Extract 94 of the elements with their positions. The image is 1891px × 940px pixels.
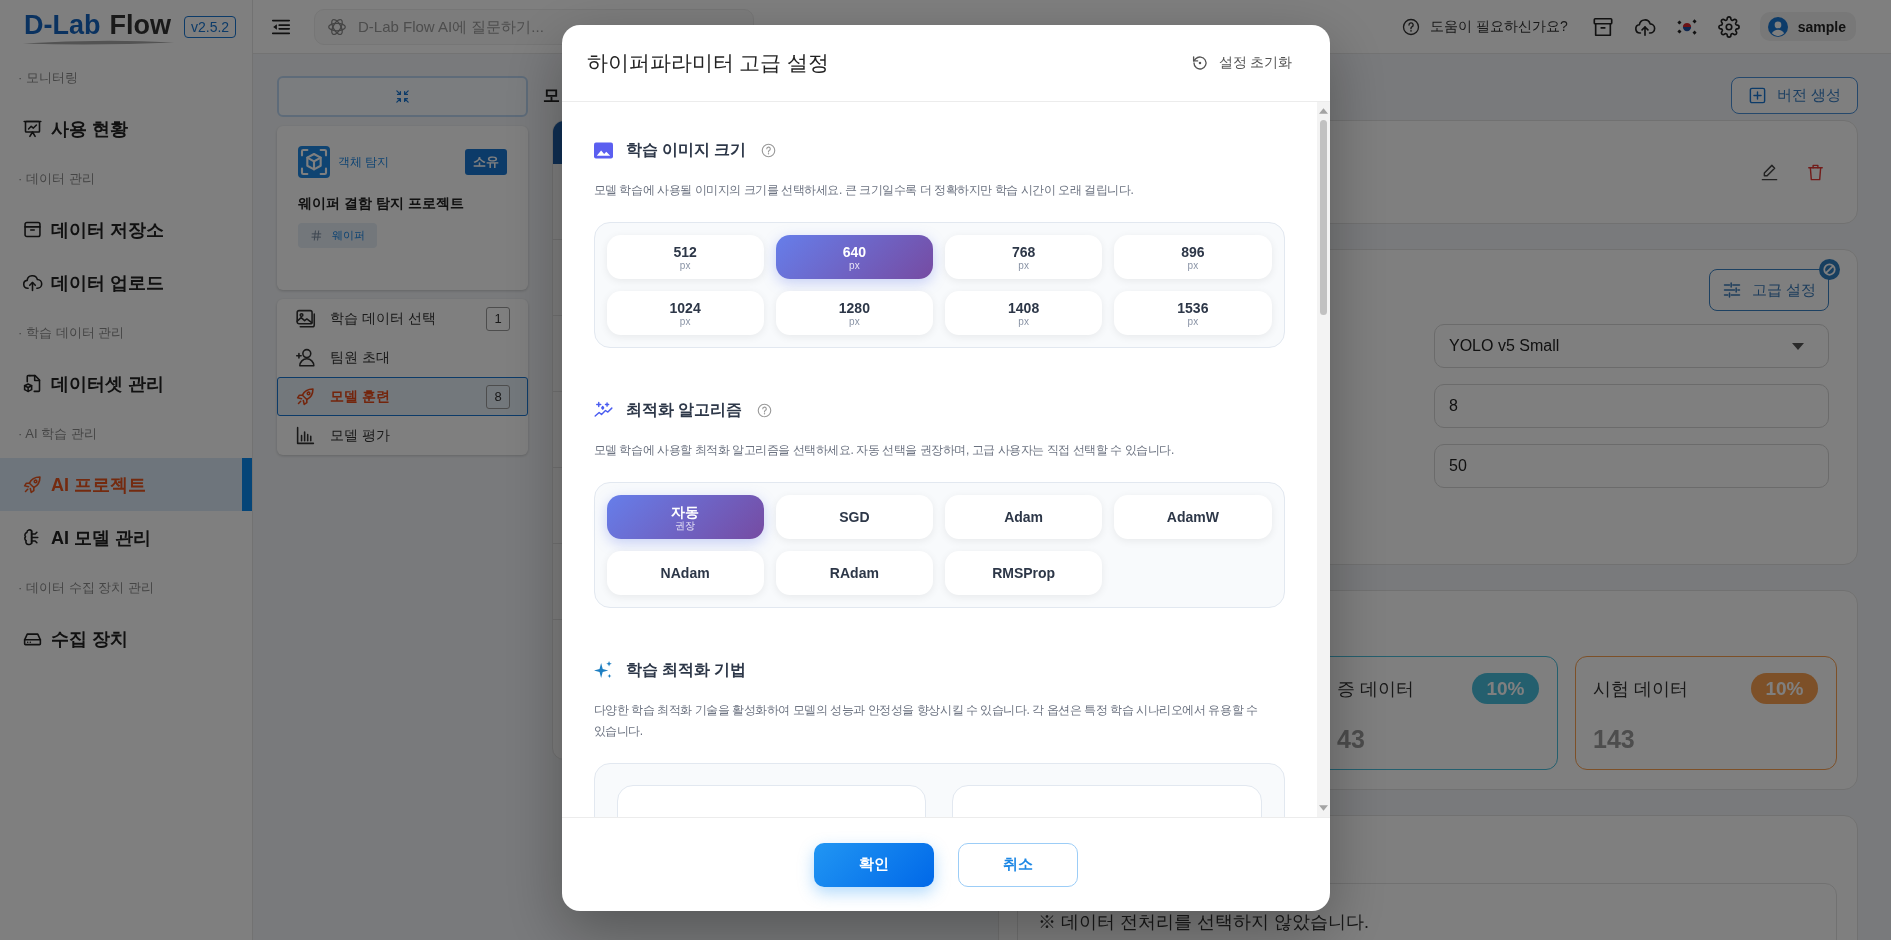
reset-icon [1190, 54, 1209, 72]
reset-button[interactable]: 설정 초기화 [1190, 54, 1293, 72]
help-icon[interactable] [761, 142, 777, 158]
select-field[interactable]: YOLO v5 Small [1434, 324, 1829, 368]
ban-icon [1819, 259, 1840, 280]
optimizer-option[interactable]: NAdam [606, 551, 764, 595]
delete-icon[interactable] [1806, 162, 1825, 182]
size-option[interactable]: 640 px [775, 235, 933, 279]
optimizer-option[interactable]: 자동 권장 [606, 495, 764, 539]
cancel-button[interactable]: 취소 [957, 842, 1078, 887]
project-type: 객체 탐지 [338, 153, 390, 171]
input-field[interactable]: 50 [1434, 444, 1829, 488]
section-label: · 모니터링 [17, 69, 79, 87]
help-icon[interactable] [756, 402, 772, 418]
sidebar-item[interactable]: AI 모델 관리 [0, 511, 252, 564]
section-label: · 데이터 관리 [17, 170, 96, 188]
tag-label: 웨이퍼 [332, 228, 365, 243]
create-version-button[interactable]: 버전 생성 [1730, 77, 1858, 114]
image-icon [295, 308, 316, 329]
sidebar-item[interactable]: 데이터 저장소 [0, 203, 252, 256]
rocket-icon [295, 386, 316, 407]
count-badge: 8 [486, 384, 510, 409]
edit-icon[interactable] [1760, 162, 1779, 182]
section-label: · 데이터 수집 장치 관리 [17, 579, 155, 597]
sidebar-item[interactable]: 수집 장치 [0, 612, 252, 665]
avatar-icon [1767, 16, 1788, 37]
help-icon [1402, 17, 1421, 36]
cube-icon [298, 146, 330, 178]
percent-badge: 10% [1472, 673, 1539, 704]
chart-board-icon [22, 118, 43, 139]
sidebar-item[interactable]: 사용 현황 [0, 102, 252, 155]
menu-item[interactable]: 팀원 초대 [277, 338, 528, 377]
section-label: · AI 학습 관리 [17, 425, 98, 443]
sidebar-item[interactable]: 데이터 업로드 [0, 256, 252, 309]
size-option[interactable]: 896 px [1114, 235, 1272, 279]
sidebar-item[interactable]: 데이터셋 관리 [0, 357, 252, 410]
collapse-icon [394, 88, 411, 105]
advanced-settings-button[interactable]: 고급 설정 [1709, 269, 1829, 311]
split-title: 증 데이터 [1337, 677, 1414, 701]
atom-icon [327, 16, 347, 37]
stars-icon [593, 400, 613, 420]
section-description: 모델 학습에 사용될 이미지의 크기를 선택하세요. 큰 크기일수록 더 정확하지만 학습 시간이 오래 걸립니다. [593, 182, 1135, 199]
project-name: 웨이퍼 결함 탐지 프로젝트 [298, 195, 465, 213]
page-title: 모 [543, 85, 560, 107]
optimizer-option[interactable]: Adam [945, 495, 1103, 539]
input-field[interactable]: 8 [1434, 384, 1829, 428]
menu-item[interactable]: 모델 평가 [277, 416, 528, 455]
archive-icon[interactable] [1591, 15, 1614, 38]
rocket-icon [22, 474, 43, 495]
scroll-up-icon[interactable] [1318, 108, 1328, 114]
optimizer-option[interactable]: SGD [775, 495, 933, 539]
image-icon [593, 140, 613, 160]
sliders-icon [1721, 280, 1742, 300]
settings-icon[interactable] [1717, 15, 1740, 38]
dialog-title: 하이퍼파라미터 고급 설정 [586, 50, 830, 76]
logo-text: Flow [109, 11, 171, 39]
logo-text: D-Lab [24, 11, 101, 39]
section-title: 학습 이미지 크기 [625, 139, 747, 160]
size-option[interactable]: 768 px [945, 235, 1103, 279]
sparkles-icon [593, 660, 613, 680]
caret-icon [1792, 342, 1804, 350]
section-description: 모델 학습에 사용할 최적화 알고리즘을 선택하세요. 자동 선택을 권장하며, 고급 사용자는 직접 선택할 수 있습니다. [593, 442, 1175, 459]
storage-box-icon [22, 219, 43, 240]
size-option[interactable]: 1536 px [1114, 291, 1272, 335]
size-option[interactable]: 1408 px [945, 291, 1103, 335]
owner-badge: 소유 [465, 149, 507, 175]
scrollbar-thumb[interactable] [1319, 120, 1327, 315]
size-option[interactable]: 512 px [606, 235, 764, 279]
section-title: 학습 최적화 기법 [625, 659, 747, 680]
version-badge: v2.5.2 [184, 16, 237, 38]
size-option[interactable]: 1280 px [775, 291, 933, 335]
user-add-icon [295, 347, 316, 368]
optimizer-option[interactable]: AdamW [1114, 495, 1272, 539]
percent-badge: 10% [1751, 673, 1818, 704]
size-option[interactable]: 1024 px [606, 291, 764, 335]
dataset-file-icon [22, 373, 43, 394]
section-title: 최적화 알고리즘 [625, 399, 742, 420]
hash-icon [310, 229, 323, 242]
confirm-button[interactable]: 확인 [813, 842, 934, 887]
bar-chart-icon [295, 425, 316, 446]
count-badge: 1 [486, 306, 510, 331]
section-description: 다양한 학습 최적화 기술을 활성화하여 모델의 성능과 안정성을 향상시킬 수 있습니다. 각 옵션은 특정 학습 시나리오에서 유용할 수 있습니다. [593, 702, 1259, 740]
optimizer-option[interactable]: RAdam [775, 551, 933, 595]
plus-icon [1747, 86, 1767, 105]
menu-item[interactable]: 학습 데이터 선택 1 [277, 299, 528, 338]
section-label: · 학습 데이터 관리 [17, 324, 126, 342]
optimizer-option[interactable]: RMSProp [945, 551, 1103, 595]
help-link[interactable]: 도움이 필요하신가요? [1402, 17, 1568, 36]
scroll-down-icon[interactable] [1318, 805, 1328, 811]
cloud-upload-icon [22, 272, 43, 293]
user-button[interactable]: sample [1759, 12, 1856, 41]
menu-item[interactable]: 모델 훈련 8 [277, 377, 528, 416]
preprocessing-note: ※ 데이터 전처리를 선택하지 않았습니다. [1038, 912, 1369, 932]
split-title: 시험 데이터 [1593, 677, 1688, 701]
